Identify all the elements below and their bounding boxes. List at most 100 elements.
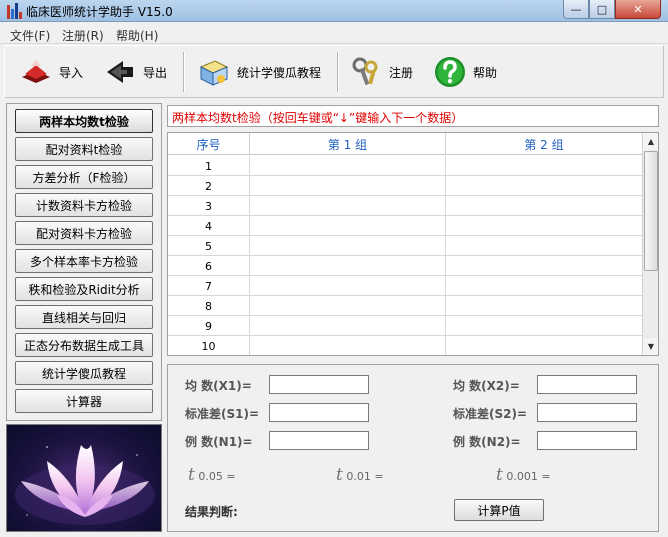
nav-normal-data-generator[interactable]: 正态分布数据生成工具 — [15, 333, 153, 357]
nav-multi-rate-chi-square[interactable]: 多个样本率卡方检验 — [15, 249, 153, 273]
mean2-field[interactable] — [537, 375, 637, 394]
sd2-field[interactable] — [537, 403, 637, 422]
nav-paired-chi-square[interactable]: 配对资料卡方检验 — [15, 221, 153, 245]
mean1-label: 均 数(X1)= — [185, 379, 252, 393]
row-index: 9 — [168, 316, 250, 336]
help-button[interactable]: 帮助 — [433, 54, 497, 90]
mean2-label: 均 数(X2)= — [453, 379, 520, 393]
nav-rank-sum-ridit[interactable]: 秩和检验及Ridit分析 — [15, 277, 153, 301]
nav-calculator[interactable]: 计算器 — [15, 389, 153, 413]
row-index: 4 — [168, 216, 250, 236]
t-critical-005: t 0.05 = — [188, 465, 236, 485]
group2-cell[interactable] — [446, 216, 642, 236]
nav-paired-t-test[interactable]: 配对资料t检验 — [15, 137, 153, 161]
menu-bar: 文件(F) 注册(R) 帮助(H) — [0, 23, 668, 44]
register-label: 注册 — [389, 65, 414, 80]
grid-header-group2: 第 2 组 — [524, 137, 564, 152]
export-button[interactable]: 导出 — [103, 54, 167, 90]
row-index: 5 — [168, 236, 250, 256]
minimize-button[interactable]: — — [563, 0, 589, 19]
nav-correlation-regression[interactable]: 直线相关与回归 — [15, 305, 153, 329]
group1-cell[interactable] — [250, 296, 446, 316]
export-label: 导出 — [143, 65, 168, 80]
group1-cell[interactable] — [250, 276, 446, 296]
import-icon — [22, 60, 50, 83]
group2-cell[interactable] — [446, 296, 642, 316]
grid-header-index: 序号 — [168, 133, 250, 155]
calculate-p-value-button[interactable]: 计算P值 — [454, 499, 544, 521]
table-row: 4 — [168, 216, 642, 236]
n2-label: 例 数(N2)= — [453, 435, 521, 449]
analysis-nav-panel: 两样本均数t检验 配对资料t检验 方差分析（F检验） 计数资料卡方检验 配对资料… — [6, 103, 162, 421]
group1-cell[interactable] — [250, 256, 446, 276]
sd1-label: 标准差(S1)= — [185, 407, 260, 421]
nav-count-chi-square[interactable]: 计数资料卡方检验 — [15, 193, 153, 217]
t-critical-0001: t 0.001 = — [496, 465, 551, 485]
scroll-up-arrow-icon[interactable]: ▲ — [643, 133, 658, 150]
table-row: 3 — [168, 196, 642, 216]
grid-header-group1: 第 1 组 — [250, 133, 446, 155]
tutorial-label: 统计学傻瓜教程 — [237, 65, 322, 80]
group2-cell[interactable] — [446, 256, 642, 276]
group1-cell[interactable] — [250, 216, 446, 236]
group1-cell[interactable] — [250, 196, 446, 216]
help-icon — [435, 57, 465, 87]
data-entry-grid: 序号 第 1 组 第 2 组 1 2 3 4 5 6 7 8 9 10 ▲ ▼ — [167, 132, 659, 356]
row-index: 8 — [168, 296, 250, 316]
group2-cell[interactable] — [446, 156, 642, 176]
help-label: 帮助 — [473, 65, 498, 80]
menu-register[interactable]: 注册(R) — [62, 27, 104, 44]
group1-cell[interactable] — [250, 336, 446, 355]
import-button[interactable]: 导入 — [19, 54, 83, 90]
table-row: 5 — [168, 236, 642, 256]
menu-file[interactable]: 文件(F) — [10, 27, 50, 44]
menu-help[interactable]: 帮助(H) — [116, 27, 158, 44]
grid-header: 序号 第 1 组 第 2 组 — [168, 133, 642, 155]
scroll-thumb[interactable] — [644, 151, 658, 271]
row-index: 6 — [168, 256, 250, 276]
table-row: 9 — [168, 316, 642, 336]
group1-cell[interactable] — [250, 316, 446, 336]
group1-cell[interactable] — [250, 236, 446, 256]
n1-field[interactable] — [269, 431, 369, 450]
n2-field[interactable] — [537, 431, 637, 450]
nav-anova[interactable]: 方差分析（F检验） — [15, 165, 153, 189]
group1-cell[interactable] — [250, 156, 446, 176]
conclusion-label: 结果判断: — [185, 505, 238, 519]
tutorial-button[interactable]: 统计学傻瓜教程 — [197, 54, 321, 90]
nav-two-sample-t-test[interactable]: 两样本均数t检验 — [15, 109, 153, 133]
group2-cell[interactable] — [446, 176, 642, 196]
close-button[interactable]: ✕ — [615, 0, 661, 19]
t-critical-001: t 0.01 = — [336, 465, 384, 485]
tutorial-book-icon — [199, 60, 229, 86]
group2-cell[interactable] — [446, 276, 642, 296]
register-button[interactable]: 注册 — [349, 54, 413, 90]
nav-statistics-tutorial[interactable]: 统计学傻瓜教程 — [15, 361, 153, 385]
maximize-button[interactable]: □ — [589, 0, 615, 19]
row-index: 1 — [168, 156, 250, 176]
title-bar: 临床医师统计学助手 V15.0 — □ ✕ — [0, 0, 668, 22]
grid-vertical-scrollbar[interactable]: ▲ ▼ — [642, 133, 658, 355]
row-index: 2 — [168, 176, 250, 196]
table-row: 7 — [168, 276, 642, 296]
group1-cell[interactable] — [250, 176, 446, 196]
table-row: 8 — [168, 296, 642, 316]
row-index: 10 — [168, 336, 250, 355]
table-row: 2 — [168, 176, 642, 196]
n1-label: 例 数(N1)= — [185, 435, 253, 449]
key-icon — [352, 57, 378, 86]
mean1-field[interactable] — [269, 375, 369, 394]
sd1-field[interactable] — [269, 403, 369, 422]
app-icon — [6, 3, 22, 19]
export-icon — [107, 61, 133, 83]
scroll-down-arrow-icon[interactable]: ▼ — [643, 338, 658, 355]
sd2-label: 标准差(S2)= — [453, 407, 528, 421]
group2-cell[interactable] — [446, 336, 642, 355]
import-label: 导入 — [59, 65, 84, 80]
row-index: 3 — [168, 196, 250, 216]
group2-cell[interactable] — [446, 196, 642, 216]
group2-cell[interactable] — [446, 316, 642, 336]
toolbar-separator — [337, 52, 339, 92]
table-row: 10 — [168, 336, 642, 355]
group2-cell[interactable] — [446, 236, 642, 256]
